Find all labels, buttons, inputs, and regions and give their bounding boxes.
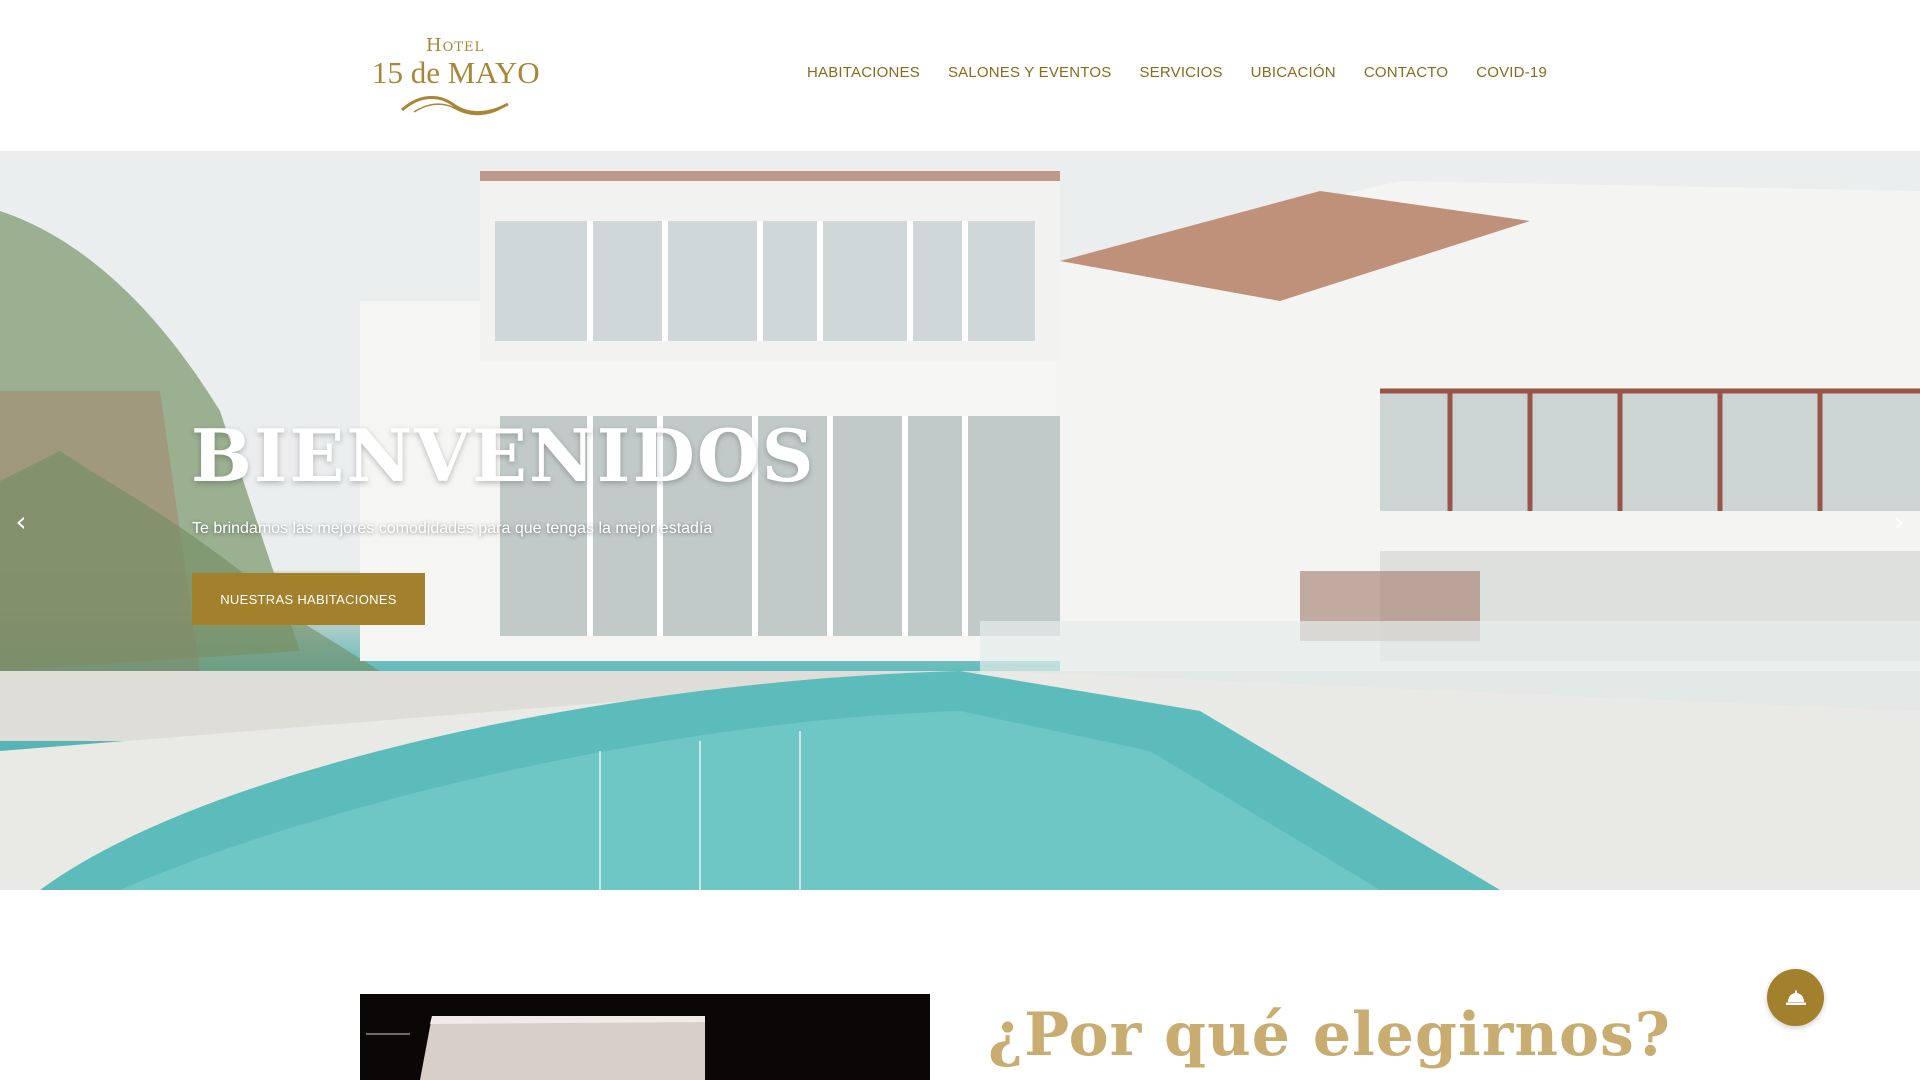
nav-item-habitaciones[interactable]: HABITACIONES: [807, 64, 920, 81]
reception-bell-button[interactable]: [1767, 969, 1824, 1026]
chevron-right-icon[interactable]: ›: [1884, 505, 1914, 538]
chevron-left-icon[interactable]: ‹: [6, 505, 36, 538]
rooms-button[interactable]: NUESTRAS HABITACIONES: [192, 573, 425, 625]
hero-slider: BIENVENIDOS Te brindamos las mejores com…: [0, 151, 1920, 890]
hero-subtitle: Te brindamos las mejores comodidades par…: [192, 520, 713, 537]
feature-image-graphic: [360, 994, 930, 1080]
hero-title: BIENVENIDOS: [191, 413, 816, 498]
logo-wave-icon: [401, 96, 509, 116]
logo-hotel-text: Hotel: [425, 35, 485, 56]
main-nav: HABITACIONES SALONES Y EVENTOS SERVICIOS…: [807, 64, 1547, 81]
logo-name-text: 15 de MAYO: [372, 55, 540, 90]
nav-item-servicios[interactable]: SERVICIOS: [1139, 64, 1222, 81]
why-choose-us-title: ¿Por qué elegirnos?: [988, 1000, 1671, 1070]
nav-item-salones-eventos[interactable]: SALONES Y EVENTOS: [948, 64, 1111, 81]
feature-image: [360, 994, 930, 1080]
hotel-logo[interactable]: Hotel 15 de MAYO: [372, 35, 540, 118]
nav-item-contacto[interactable]: CONTACTO: [1364, 64, 1448, 81]
site-header: Hotel 15 de MAYO HABITACIONES SALONES Y …: [0, 0, 1920, 151]
nav-item-ubicacion[interactable]: UBICACIÓN: [1251, 64, 1336, 81]
reception-bell-icon: [1785, 990, 1806, 1005]
nav-item-covid[interactable]: COVID-19: [1476, 64, 1547, 81]
